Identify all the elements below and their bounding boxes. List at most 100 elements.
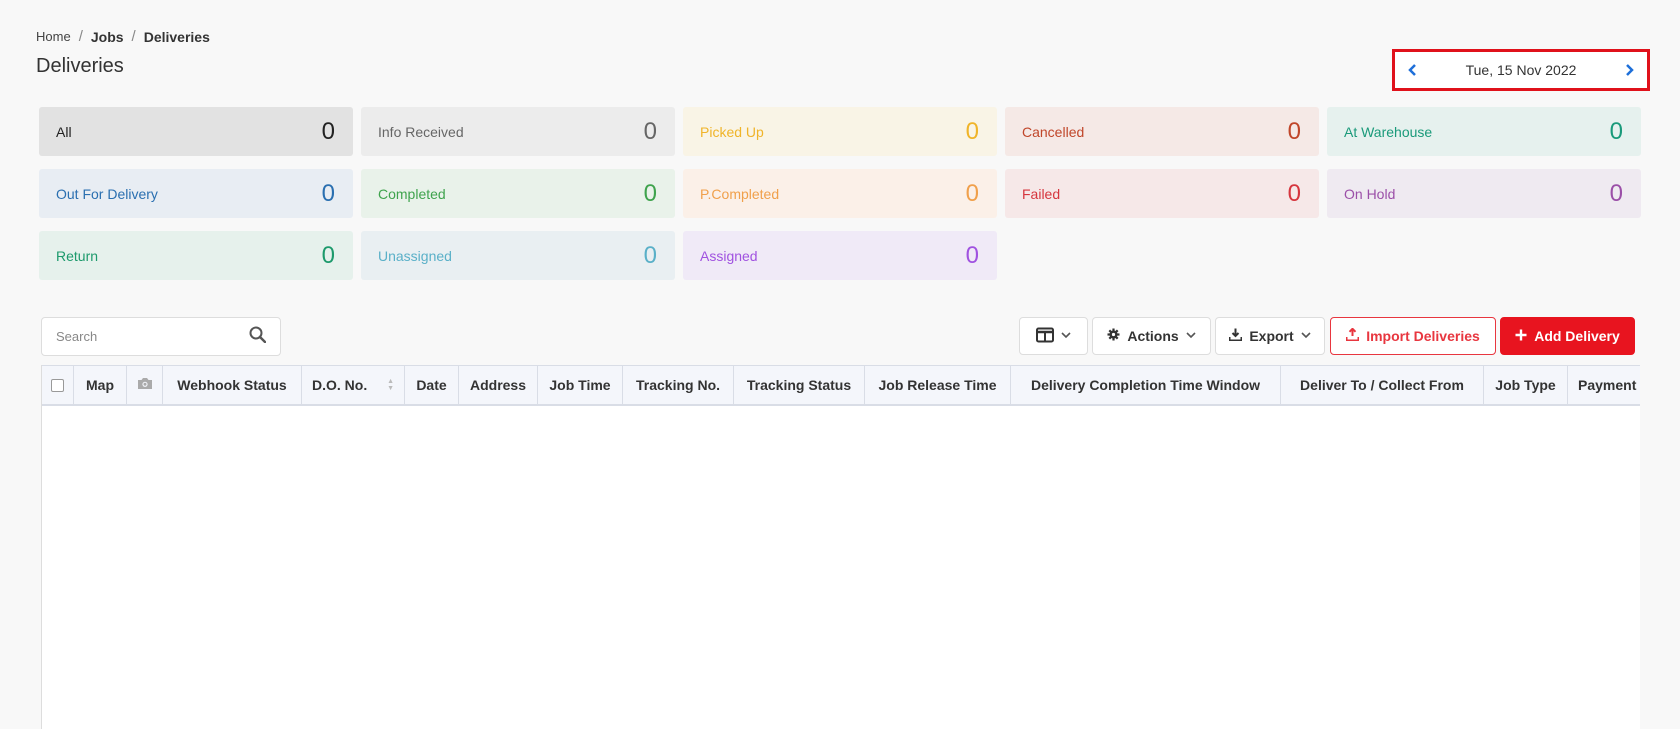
breadcrumb-separator: / [131, 28, 136, 45]
status-card-on-hold[interactable]: On Hold 0 [1327, 169, 1641, 218]
breadcrumb-home[interactable]: Home [36, 29, 71, 44]
column-header-delivery-completion-time-window[interactable]: Delivery Completion Time Window [1011, 366, 1281, 404]
plus-icon [1515, 328, 1527, 344]
status-count: 0 [965, 179, 979, 207]
column-label: Date [416, 377, 447, 393]
breadcrumb-separator: / [78, 28, 83, 45]
status-label: Return [56, 247, 99, 264]
column-label: Job Type [1495, 377, 1556, 393]
breadcrumb: Home / Jobs / Deliveries [36, 28, 210, 45]
status-label: Assigned [700, 247, 758, 264]
status-filter-grid: All 0 Info Received 0 Picked Up 0 Cancelled… [39, 107, 1641, 280]
status-count: 0 [321, 117, 335, 145]
column-header-webhook-status[interactable]: Webhook Status [163, 366, 302, 404]
next-date-icon[interactable] [1623, 59, 1635, 81]
columns-icon [1036, 327, 1054, 346]
status-card-failed[interactable]: Failed 0 [1005, 169, 1319, 218]
export-label: Export [1249, 328, 1294, 344]
table-body [42, 406, 1640, 728]
download-icon [1228, 328, 1243, 344]
table-header: Map Webhook Status D.O. No. ▲ ▼ Date Addr… [42, 365, 1640, 406]
status-card-completed[interactable]: Completed 0 [361, 169, 675, 218]
column-header-photo[interactable] [127, 366, 163, 404]
status-label: Out For Delivery [56, 185, 158, 202]
column-header-payment[interactable]: Payment [1568, 366, 1640, 404]
status-label: On Hold [1344, 185, 1396, 202]
status-card-return[interactable]: Return 0 [39, 231, 353, 280]
status-label: P.Completed [700, 185, 780, 202]
status-count: 0 [1287, 179, 1301, 207]
status-card-cancelled[interactable]: Cancelled 0 [1005, 107, 1319, 156]
chevron-down-icon [1301, 331, 1311, 342]
status-card-out-for-delivery[interactable]: Out For Delivery 0 [39, 169, 353, 218]
page-title: Deliveries [36, 55, 124, 77]
status-label: Failed [1022, 185, 1061, 202]
select-all-checkbox-cell [42, 366, 74, 404]
column-header-map[interactable]: Map [74, 366, 127, 404]
column-label: Address [469, 377, 527, 393]
breadcrumb-current: Deliveries [143, 28, 210, 45]
status-label: Cancelled [1022, 123, 1085, 140]
search-icon[interactable] [249, 326, 267, 348]
actions-label: Actions [1127, 328, 1179, 344]
status-count: 0 [643, 179, 657, 207]
column-label: Tracking Status [746, 377, 852, 393]
breadcrumb-jobs[interactable]: Jobs [91, 29, 124, 45]
deliveries-table: Map Webhook Status D.O. No. ▲ ▼ Date Addr… [41, 365, 1640, 729]
export-button[interactable]: Export [1215, 317, 1325, 355]
add-delivery-label: Add Delivery [1534, 328, 1620, 344]
current-date[interactable]: Tue, 15 Nov 2022 [1466, 62, 1577, 78]
status-label: Completed [378, 185, 446, 202]
column-label: Webhook Status [177, 377, 287, 393]
column-label: Payment [1578, 377, 1637, 393]
status-card-p-completed[interactable]: P.Completed 0 [683, 169, 997, 218]
select-all-checkbox[interactable] [51, 378, 64, 392]
column-header-job-type[interactable]: Job Type [1484, 366, 1568, 404]
date-navigator: Tue, 15 Nov 2022 [1392, 49, 1650, 91]
column-label: Deliver To / Collect From [1300, 377, 1464, 393]
status-count: 0 [321, 179, 335, 207]
status-card-assigned[interactable]: Assigned 0 [683, 231, 997, 280]
column-header-do-no[interactable]: D.O. No. ▲ ▼ [302, 366, 405, 404]
status-count: 0 [643, 241, 657, 269]
status-count: 0 [1609, 117, 1623, 145]
upload-icon [1345, 327, 1360, 344]
import-deliveries-button[interactable]: Import Deliveries [1330, 317, 1496, 355]
status-card-all[interactable]: All 0 [39, 107, 353, 156]
status-label: Unassigned [378, 247, 452, 264]
sort-icon: ▲ ▼ [387, 378, 394, 392]
column-header-job-time[interactable]: Job Time [538, 366, 623, 404]
status-count: 0 [965, 117, 979, 145]
search-input[interactable] [56, 329, 226, 344]
column-toggle-button[interactable] [1019, 317, 1088, 355]
status-count: 0 [1287, 117, 1301, 145]
column-label: Map [86, 377, 114, 393]
column-header-tracking-status[interactable]: Tracking Status [734, 366, 865, 404]
status-count: 0 [1609, 179, 1623, 207]
column-header-tracking-no[interactable]: Tracking No. [623, 366, 734, 404]
status-count: 0 [321, 241, 335, 269]
status-label: All [56, 123, 72, 140]
chevron-down-icon [1186, 331, 1196, 342]
status-label: Picked Up [700, 123, 764, 140]
actions-button[interactable]: Actions [1092, 317, 1211, 355]
status-card-at-warehouse[interactable]: At Warehouse 0 [1327, 107, 1641, 156]
column-label: D.O. No. [312, 377, 368, 393]
import-label: Import Deliveries [1366, 328, 1480, 344]
column-header-date[interactable]: Date [405, 366, 459, 404]
status-card-info-received[interactable]: Info Received 0 [361, 107, 675, 156]
status-count: 0 [643, 117, 657, 145]
prev-date-icon[interactable] [1407, 59, 1419, 81]
column-label: Delivery Completion Time Window [1030, 377, 1261, 393]
gear-icon [1107, 328, 1120, 344]
add-delivery-button[interactable]: Add Delivery [1500, 317, 1635, 355]
status-card-picked-up[interactable]: Picked Up 0 [683, 107, 997, 156]
column-label: Job Release Time [878, 377, 997, 393]
column-header-deliver-to-collect-from[interactable]: Deliver To / Collect From [1281, 366, 1484, 404]
status-count: 0 [965, 241, 979, 269]
column-header-address[interactable]: Address [459, 366, 538, 404]
search-box [41, 317, 281, 356]
column-header-job-release-time[interactable]: Job Release Time [865, 366, 1011, 404]
status-card-unassigned[interactable]: Unassigned 0 [361, 231, 675, 280]
column-label: Tracking No. [635, 377, 721, 393]
